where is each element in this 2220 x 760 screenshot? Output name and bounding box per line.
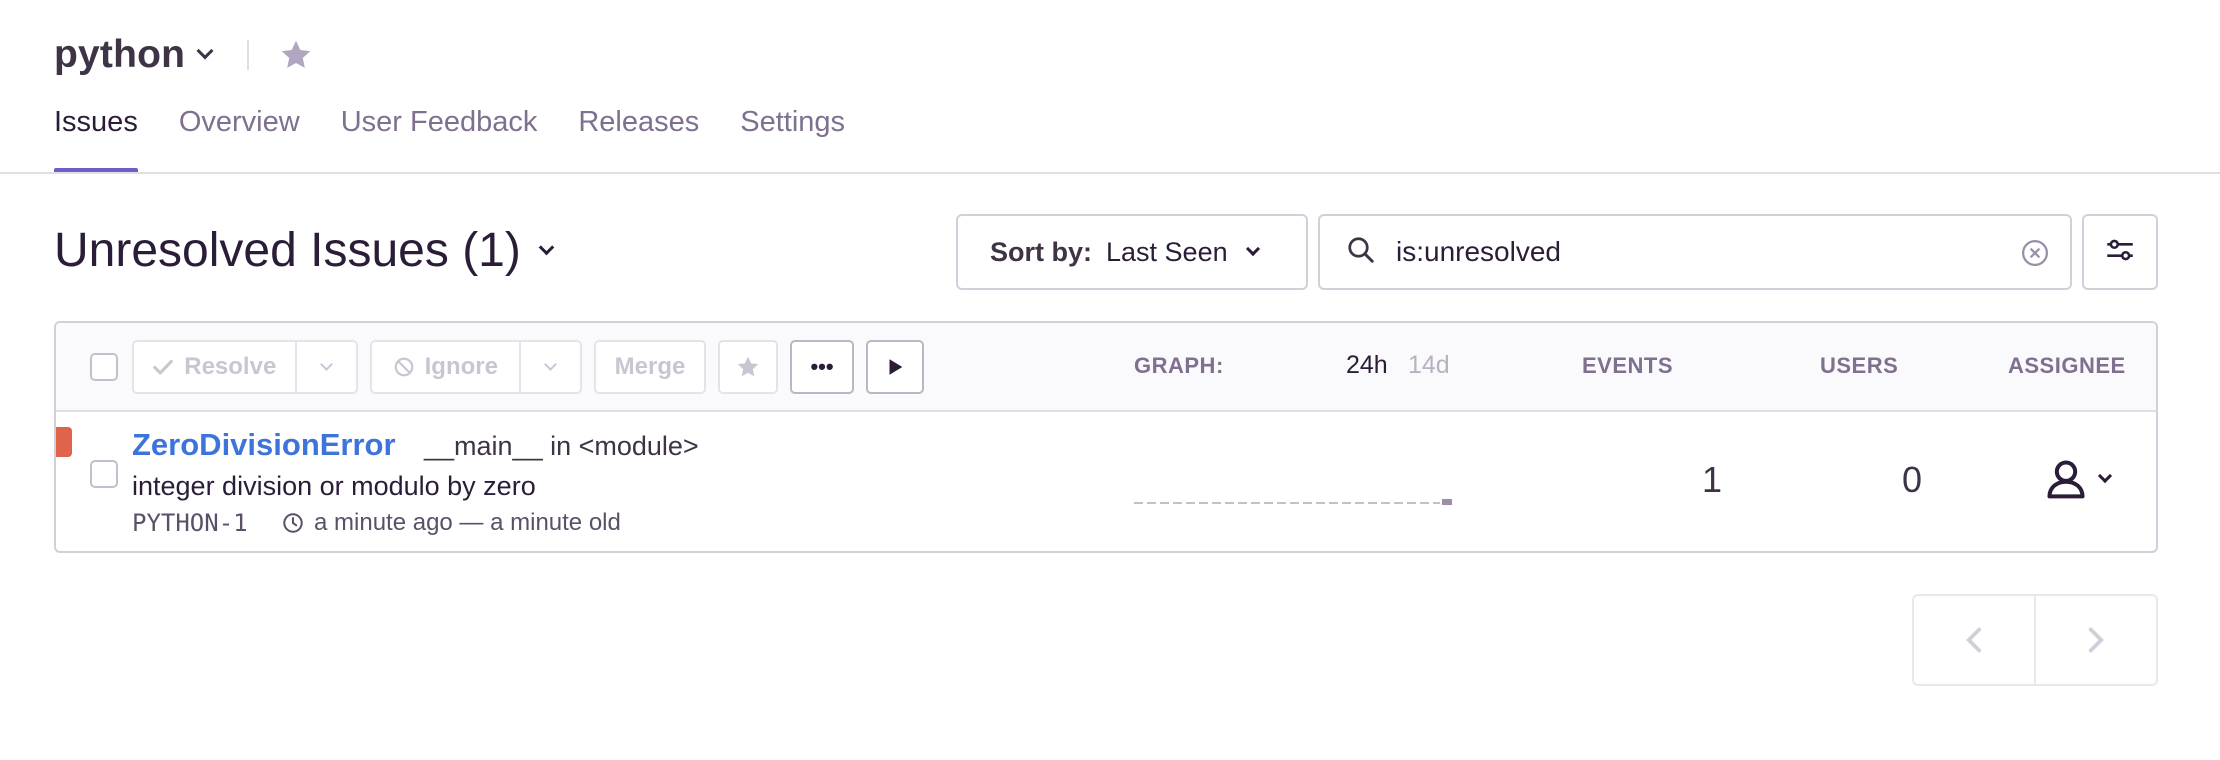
resolve-button[interactable]: Resolve <box>134 342 295 392</box>
chevron-left-icon <box>1966 627 1982 653</box>
assignee-column-header: ASSIGNEE <box>2008 353 2126 378</box>
ignore-icon <box>393 356 415 378</box>
filter-sliders-icon <box>2103 233 2137 272</box>
filter-button[interactable] <box>2082 214 2158 290</box>
issue-title-link[interactable]: ZeroDivisionError <box>132 427 396 463</box>
divider <box>247 40 250 70</box>
level-indicator <box>56 427 72 457</box>
ignore-button[interactable]: Ignore <box>372 342 519 392</box>
bookmark-button[interactable] <box>718 340 778 394</box>
search-bar[interactable] <box>1318 214 2072 290</box>
realtime-play-button[interactable] <box>866 340 924 394</box>
previous-page-button[interactable] <box>1914 596 2034 684</box>
merge-button[interactable]: Merge <box>594 340 706 394</box>
assignee-selector[interactable] <box>2044 457 2113 501</box>
sort-value: Last Seen <box>1106 236 1228 267</box>
resolve-label: Resolve <box>184 353 277 380</box>
merge-label: Merge <box>614 353 686 380</box>
tab-releases[interactable]: Releases <box>578 100 699 174</box>
issue-location: __main__ in <module> <box>424 431 699 461</box>
star-icon[interactable] <box>277 36 315 74</box>
ignore-dropdown[interactable] <box>518 342 580 392</box>
chevron-down-icon <box>319 358 333 371</box>
graph-column-header: GRAPH: <box>1134 353 1224 378</box>
issue-time: a minute ago — a minute old <box>282 509 621 537</box>
tab-settings[interactable]: Settings <box>740 100 845 174</box>
nav-tabs: Issues Overview User Feedback Releases S… <box>54 100 886 174</box>
period-14d[interactable]: 14d <box>1408 351 1450 380</box>
play-icon <box>884 356 906 378</box>
chevron-down-icon <box>1245 241 1260 257</box>
resolve-button-group: Resolve <box>132 340 358 394</box>
next-page-button[interactable] <box>2034 596 2156 684</box>
ignore-button-group: Ignore <box>370 340 582 394</box>
issues-toolbar: Resolve Ignore Merge ••• GRAPH: 24h 14d … <box>56 323 2156 412</box>
events-column-header: EVENTS <box>1582 353 1674 378</box>
search-icon <box>1346 235 1376 270</box>
events-count: 1 <box>1701 459 1722 500</box>
select-all-checkbox[interactable] <box>90 353 118 381</box>
page-title: Unresolved Issues (1) <box>54 223 521 277</box>
users-column-header: USERS <box>1820 353 1899 378</box>
event-sparkline <box>1134 499 1452 505</box>
issue-short-id: PYTHON-1 <box>132 509 248 537</box>
row-checkbox[interactable] <box>90 460 118 488</box>
issue-time-text: a minute ago — a minute old <box>314 509 621 536</box>
search-input[interactable] <box>1396 236 2016 268</box>
issue-message: integer division or modulo by zero <box>132 471 536 501</box>
chevron-down-icon[interactable] <box>196 42 214 60</box>
project-header: python <box>54 30 315 80</box>
project-name[interactable]: python <box>54 33 185 77</box>
issues-panel: Resolve Ignore Merge ••• GRAPH: 24h 14d … <box>54 321 2158 553</box>
chevron-down-icon <box>543 358 557 371</box>
chevron-right-icon <box>2088 627 2104 653</box>
period-24h[interactable]: 24h <box>1346 351 1388 380</box>
tabs-divider <box>0 172 2220 174</box>
clock-icon <box>283 513 303 533</box>
tab-user-feedback[interactable]: User Feedback <box>341 100 538 174</box>
user-icon <box>2044 457 2088 501</box>
star-icon <box>720 342 776 392</box>
resolve-dropdown[interactable] <box>294 342 356 392</box>
clear-icon[interactable] <box>2020 238 2050 273</box>
ignore-label: Ignore <box>424 353 498 380</box>
check-icon <box>152 356 174 378</box>
tab-issues[interactable]: Issues <box>54 100 138 174</box>
issues-title-dropdown[interactable]: Unresolved Issues (1) <box>54 220 555 280</box>
users-count: 0 <box>1901 459 1922 500</box>
more-actions-button[interactable]: ••• <box>790 340 854 394</box>
tab-overview[interactable]: Overview <box>179 100 300 174</box>
chevron-down-icon <box>538 239 555 255</box>
sort-dropdown[interactable]: Sort by: Last Seen <box>956 214 1308 290</box>
chevron-down-icon <box>2097 468 2113 484</box>
sort-label: Sort by: <box>990 236 1093 267</box>
pagination <box>1912 594 2158 686</box>
